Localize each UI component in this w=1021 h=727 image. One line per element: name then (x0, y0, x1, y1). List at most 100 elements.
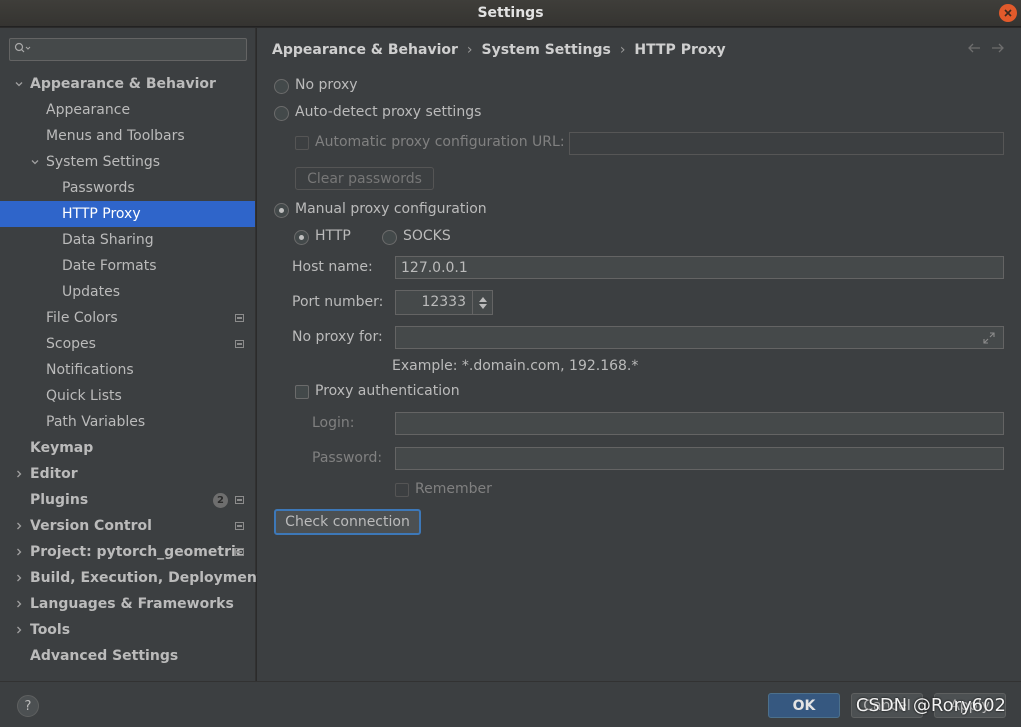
sidebar-item-label: Appearance (46, 102, 131, 118)
chevron-right-icon[interactable] (14, 625, 24, 635)
sidebar-item[interactable]: Version Control (0, 513, 255, 539)
navigation-arrows (967, 42, 1005, 54)
chevron-right-icon[interactable] (14, 521, 24, 531)
dialog-footer: ? OK Cancel Apply CSDN @Rory602 (0, 681, 1021, 727)
no-proxy-radio[interactable] (274, 79, 289, 94)
update-count-badge: 2 (213, 493, 228, 508)
breadcrumb-item[interactable]: System Settings (482, 42, 611, 58)
remember-checkbox[interactable] (395, 483, 409, 497)
socks-radio[interactable] (382, 230, 397, 245)
clear-passwords-button[interactable]: Clear passwords (295, 167, 434, 190)
forward-arrow-icon[interactable] (991, 42, 1005, 54)
sidebar-item-label: Date Formats (62, 258, 157, 274)
sidebar-item-label: Build, Execution, Deployment (30, 570, 264, 586)
project-level-icon (235, 314, 244, 322)
auto-config-url-checkbox[interactable] (295, 136, 309, 150)
chevron-down-icon[interactable] (30, 157, 40, 167)
sidebar-item[interactable]: Data Sharing (0, 227, 255, 253)
sidebar-item[interactable]: Menus and Toolbars (0, 123, 255, 149)
search-input[interactable] (32, 39, 242, 60)
settings-sidebar: Appearance & Behavior Appearance Menus and… (0, 28, 264, 681)
sidebar-item-label: Project: pytorch_geometric (30, 544, 245, 560)
no-proxy-for-input[interactable] (395, 326, 1004, 349)
chevron-right-icon[interactable] (14, 547, 24, 557)
sidebar-item-label: Version Control (30, 518, 152, 534)
login-label: Login: (312, 415, 355, 431)
sidebar-item-label: Advanced Settings (30, 648, 179, 664)
sidebar-item-label: Languages & Frameworks (30, 596, 234, 612)
breadcrumb-item: HTTP Proxy (634, 42, 726, 58)
sidebar-item[interactable]: Project: pytorch_geometric (0, 539, 255, 565)
sidebar-item[interactable]: Date Formats (0, 253, 255, 279)
sidebar-item[interactable]: Languages & Frameworks (0, 591, 255, 617)
check-connection-button[interactable]: Check connection (274, 509, 421, 535)
sidebar-item-label: Notifications (46, 362, 134, 378)
chevron-right-icon[interactable] (14, 599, 24, 609)
stepper-arrows[interactable] (472, 291, 492, 314)
breadcrumb-separator: › (619, 42, 626, 58)
help-icon[interactable]: ? (17, 695, 39, 717)
sidebar-item[interactable]: Advanced Settings (0, 643, 255, 669)
port-number-label: Port number: (292, 294, 384, 310)
http-label[interactable]: HTTP (315, 228, 351, 244)
sidebar-item[interactable]: Plugins 2 (0, 487, 255, 513)
http-radio[interactable] (294, 230, 309, 245)
sidebar-item[interactable]: HTTP Proxy (0, 201, 255, 227)
sidebar-item[interactable]: Scopes (0, 331, 255, 357)
chevron-down-icon[interactable] (14, 79, 24, 89)
password-input[interactable] (395, 447, 1004, 470)
auto-detect-label[interactable]: Auto-detect proxy settings (295, 104, 481, 120)
search-box[interactable] (9, 38, 247, 61)
login-input[interactable] (395, 412, 1004, 435)
sidebar-item-label: System Settings (46, 154, 161, 170)
port-number-stepper[interactable]: 12333 (395, 290, 493, 315)
proxy-auth-label[interactable]: Proxy authentication (315, 383, 460, 399)
manual-proxy-radio[interactable] (274, 203, 289, 218)
sidebar-item-label: Data Sharing (62, 232, 154, 248)
close-icon[interactable] (999, 4, 1017, 22)
sidebar-item[interactable]: Keymap (0, 435, 255, 461)
sidebar-item[interactable]: File Colors (0, 305, 255, 331)
sidebar-item[interactable]: Quick Lists (0, 383, 255, 409)
auto-detect-radio[interactable] (274, 106, 289, 121)
socks-label[interactable]: SOCKS (403, 228, 451, 244)
breadcrumb-item[interactable]: Appearance & Behavior (272, 42, 458, 58)
host-name-input[interactable] (395, 256, 1004, 279)
sidebar-item-label: Appearance & Behavior (30, 76, 216, 92)
back-arrow-icon[interactable] (967, 42, 981, 54)
project-level-icon (235, 548, 244, 556)
sidebar-item[interactable]: Build, Execution, Deployment (0, 565, 264, 591)
manual-proxy-label[interactable]: Manual proxy configuration (295, 201, 487, 217)
window-titlebar: Settings (0, 0, 1021, 27)
breadcrumb-separator: › (466, 42, 473, 58)
chevron-up-icon[interactable] (478, 296, 487, 302)
chevron-right-icon[interactable] (14, 469, 24, 479)
window-title: Settings (477, 5, 544, 21)
sidebar-item-label: Keymap (30, 440, 94, 456)
sidebar-item[interactable]: Appearance & Behavior (0, 71, 255, 97)
chevron-down-icon[interactable] (478, 303, 487, 309)
auto-config-url-input[interactable] (569, 132, 1004, 155)
proxy-auth-checkbox[interactable] (295, 385, 309, 399)
sidebar-item[interactable]: Appearance (0, 97, 255, 123)
port-number-value[interactable]: 12333 (421, 294, 466, 310)
sidebar-item[interactable]: Tools (0, 617, 255, 643)
project-level-icon (235, 522, 244, 530)
sidebar-item[interactable]: Path Variables (0, 409, 255, 435)
sidebar-item-label: Path Variables (46, 414, 146, 430)
sidebar-item-label: Updates (62, 284, 120, 300)
http-proxy-panel: Appearance & Behavior › System Settings … (257, 28, 1021, 681)
sidebar-item[interactable]: Notifications (0, 357, 255, 383)
sidebar-item[interactable]: Editor (0, 461, 255, 487)
sidebar-item[interactable]: System Settings (0, 149, 255, 175)
remember-label: Remember (415, 481, 492, 497)
ok-button[interactable]: OK (768, 693, 840, 718)
sidebar-item[interactable]: Updates (0, 279, 255, 305)
no-proxy-for-label: No proxy for: (292, 329, 383, 345)
chevron-right-icon[interactable] (14, 573, 24, 583)
sidebar-item-label: Passwords (62, 180, 135, 196)
no-proxy-label[interactable]: No proxy (295, 77, 358, 93)
expand-icon[interactable] (983, 332, 995, 344)
sidebar-item-label: Plugins (30, 492, 89, 508)
sidebar-item[interactable]: Passwords (0, 175, 255, 201)
